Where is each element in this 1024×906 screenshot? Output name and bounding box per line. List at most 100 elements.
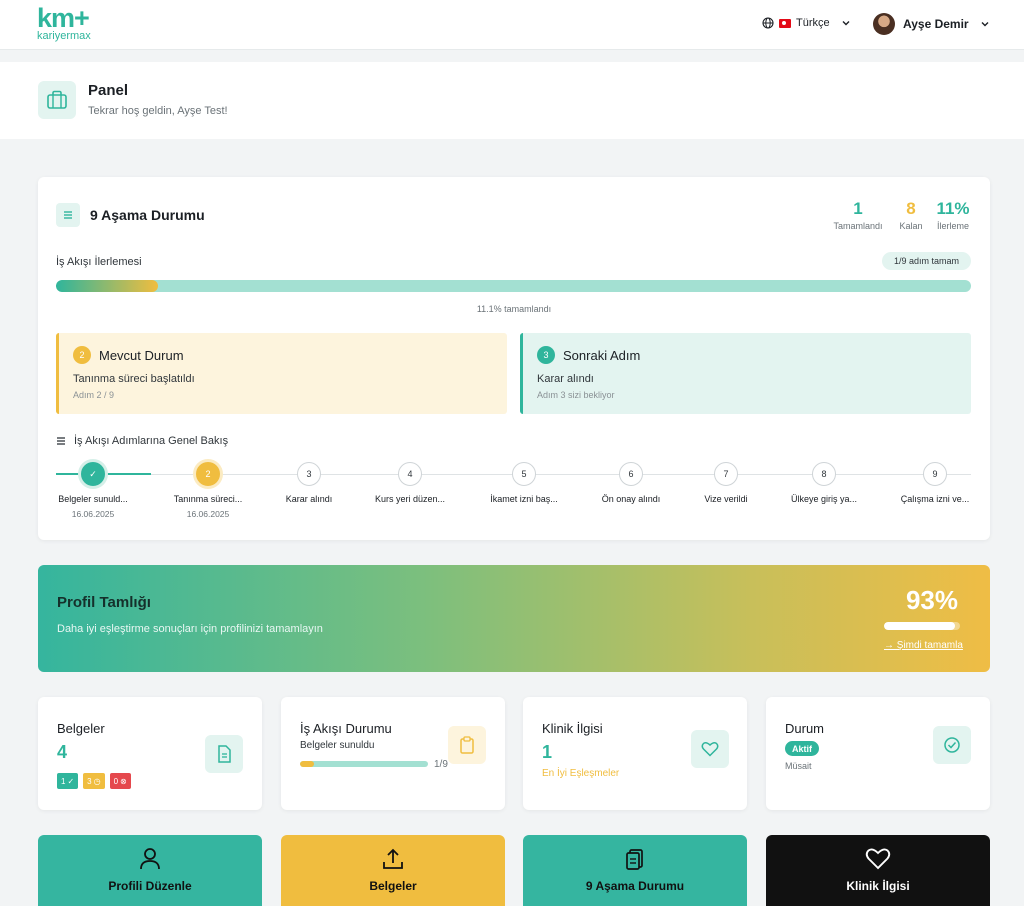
next-step-text: Karar alındı	[537, 373, 594, 385]
workflow-step-3[interactable]: 3 Karar alındı	[259, 461, 359, 509]
logo-name: kariyermax	[37, 30, 91, 42]
step-name: Ülkeye giriş ya...	[790, 494, 858, 504]
stat-remaining: 8 Kalan	[893, 199, 929, 231]
current-status-heading: Mevcut Durum	[99, 348, 184, 363]
stat-value: 1	[853, 199, 863, 218]
current-status-box: 2 Mevcut Durum Tanınma süreci başlatıldı…	[56, 333, 507, 414]
action-label: Klinik İlgisi	[846, 879, 910, 893]
clinic-interest-card[interactable]: Klinik İlgisi 1 En İyi Eşleşmeler	[523, 697, 747, 810]
action-label: Profili Düzenle	[108, 879, 192, 893]
pending-chip: 3 ◷	[83, 773, 105, 789]
clinic-interest-button[interactable]: Klinik İlgisi	[766, 835, 990, 906]
steps-overview-title: İş Akışı Adımlarına Genel Bakış	[56, 435, 228, 447]
globe-icon	[762, 17, 774, 29]
step-name: Karar alındı	[285, 494, 333, 504]
heart-icon	[865, 848, 891, 870]
top-navbar: km+ kariyermax Türkçe Ayşe Demir	[0, 0, 1024, 50]
workflow-step-5[interactable]: 5 İkamet izni baş...	[474, 461, 574, 509]
progress-percent-text: 11.1% tamamlandı	[476, 304, 552, 314]
step-name: Çalışma izni ve...	[900, 494, 970, 504]
step-date: 16.06.2025	[71, 509, 115, 519]
user-name: Ayşe Demir	[903, 17, 969, 31]
clipboard-icon	[448, 726, 486, 764]
next-step-box: 3 Sonraki Adım Karar alındı Adım 3 sizi …	[520, 333, 971, 414]
briefcase-icon	[38, 81, 76, 119]
user-menu[interactable]: Ayşe Demir	[873, 13, 990, 35]
profile-banner-title: Profil Tamlığı	[57, 594, 151, 611]
workflow-progress-bar	[56, 280, 971, 292]
workflow-step-1[interactable]: ✓ Belgeler sunuld... 16.06.2025	[43, 461, 143, 519]
profile-progress-fill	[884, 622, 955, 630]
workflow-steps: ✓ Belgeler sunuld... 16.06.2025 2 Tanınm…	[38, 461, 990, 531]
availability-text: Müsait	[785, 761, 812, 771]
turkey-flag-icon	[779, 18, 791, 28]
step-name: Tanınma süreci...	[173, 494, 243, 504]
page-title: Panel	[88, 82, 129, 99]
chip-count: 3	[87, 776, 92, 786]
next-step-heading: Sonraki Adım	[563, 348, 641, 363]
edit-profile-button[interactable]: Profili Düzenle	[38, 835, 262, 906]
card-title: İş Akışı Durumu	[300, 721, 392, 736]
profile-banner-subtitle: Daha iyi eşleştirme sonuçları için profi…	[57, 623, 323, 635]
list-icon	[57, 437, 65, 445]
chip-count: 0	[113, 776, 119, 786]
chevron-down-icon	[981, 22, 989, 27]
chevron-down-icon	[842, 21, 850, 26]
step-name: Belgeler sunuld...	[58, 494, 128, 504]
stage-status-button[interactable]: 9 Aşama Durumu	[523, 835, 747, 906]
step-number-badge: 2	[73, 346, 91, 364]
card-title: Belgeler	[57, 721, 105, 736]
step-name: Vize verildi	[704, 494, 748, 504]
documents-count: 4	[57, 742, 68, 762]
step-name: Kurs yeri düzen...	[374, 494, 446, 504]
rejected-chip: 0 ⊗	[109, 773, 131, 789]
profile-completeness-banner: Profil Tamlığı Daha iyi eşleştirme sonuç…	[38, 565, 990, 672]
status-badge: Aktif	[785, 741, 819, 756]
stat-completed: 1 Tamamlandı	[833, 199, 883, 231]
stage-card-title: 9 Aşama Durumu	[90, 207, 205, 223]
document-icon	[205, 735, 243, 773]
stat-value: 8	[906, 199, 916, 218]
workflow-step-7[interactable]: 7 Vize verildi	[676, 461, 776, 509]
step-dot: 2	[196, 462, 220, 486]
status-card[interactable]: Durum Aktif Müsait	[766, 697, 990, 810]
workflow-mini-fill	[300, 761, 315, 767]
documents-button[interactable]: Belgeler	[281, 835, 505, 906]
workflow-mini-progress	[300, 761, 428, 767]
workflow-step-4[interactable]: 4 Kurs yeri düzen...	[360, 461, 460, 509]
workflow-step-6[interactable]: 6 Ön onay alındı	[581, 461, 681, 509]
workflow-progress-fill	[56, 280, 158, 292]
clipboard-list-icon	[626, 849, 643, 870]
list-icon	[56, 203, 80, 227]
workflow-step-9[interactable]: 9 Çalışma izni ve...	[885, 461, 985, 509]
documents-card[interactable]: Belgeler 4 1 ✓ 3 ◷ 0 ⊗	[38, 697, 262, 810]
action-label: Belgeler	[369, 879, 417, 893]
step-dot: 3	[297, 462, 321, 486]
current-status-step: Adım 2 / 9	[73, 390, 115, 400]
stat-label: İlerleme	[936, 221, 969, 231]
workflow-status-text: Belgeler sunuldu	[300, 740, 375, 751]
chip-count: 1	[61, 776, 66, 786]
approved-chip: 1 ✓	[57, 773, 79, 789]
steps-done-pill: 1/9 adım tamam	[882, 252, 971, 270]
brand-logo[interactable]: km+ kariyermax	[37, 3, 91, 42]
stat-value: 11%	[936, 199, 970, 218]
language-selector[interactable]: Türkçe	[762, 17, 851, 29]
best-matches-text: En İyi Eşleşmeler	[542, 768, 620, 779]
step-dot: ✓	[81, 462, 105, 486]
workflow-fraction: 1/9	[434, 759, 448, 770]
check-circle-icon	[933, 726, 971, 764]
workflow-step-2[interactable]: 2 Tanınma süreci... 16.06.2025	[158, 461, 258, 519]
workflow-step-8[interactable]: 8 Ülkeye giriş ya...	[774, 461, 874, 509]
workflow-status-card[interactable]: İş Akışı Durumu Belgeler sunuldu 1/9	[281, 697, 505, 810]
complete-now-link[interactable]: → Şimdi tamamla	[884, 640, 963, 651]
logo-mark: km+	[37, 3, 90, 33]
step-name: İkamet izni baş...	[490, 494, 558, 504]
step-dot: 6	[619, 462, 643, 486]
card-title: Klinik İlgisi	[542, 721, 603, 736]
next-step-note: Adım 3 sizi bekliyor	[537, 390, 615, 400]
check-circle-icon: ✓	[67, 776, 75, 786]
card-title: Durum	[785, 721, 825, 736]
profile-percent: 93%	[905, 585, 959, 615]
action-label: 9 Aşama Durumu	[585, 879, 685, 893]
